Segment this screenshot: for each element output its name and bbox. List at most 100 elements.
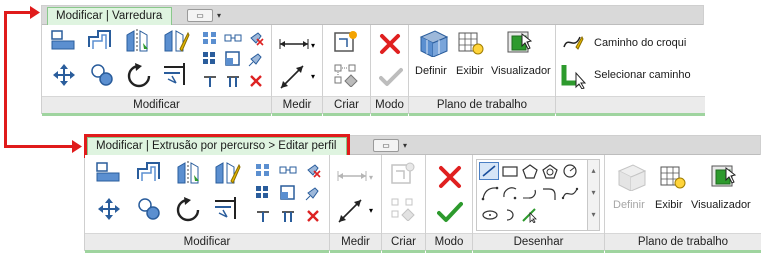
panel-work-plane-label: Plano de trabalho: [409, 96, 555, 113]
rectangle-icon[interactable]: [501, 163, 519, 179]
gallery-scroll-strip[interactable]: ▴ ▾ ▾: [588, 159, 600, 231]
panel-path: Caminho do croqui Selecionar caminho: [556, 25, 705, 116]
set-work-plane-label[interactable]: Definir: [415, 65, 447, 77]
trim-single-icon[interactable]: [255, 208, 271, 224]
tab-modify-sweep-edit-profile[interactable]: Modificar | Extrusão por percurso > Edit…: [84, 134, 350, 158]
aligned-dimension-icon[interactable]: ▾: [278, 37, 318, 51]
panel-mode-label: Modo: [426, 233, 472, 250]
panel-create-label: Criar: [323, 96, 370, 113]
svg-text:▾: ▾: [369, 206, 373, 215]
mirror-axis-icon[interactable]: [175, 161, 201, 185]
center-ends-arc-icon[interactable]: [501, 185, 519, 201]
array-icon[interactable]: [255, 185, 273, 201]
start-end-arc-icon[interactable]: [481, 185, 499, 201]
finish-mode-icon: [379, 67, 403, 87]
fillet-arc-icon[interactable]: [541, 185, 559, 201]
viewer-label[interactable]: Visualizador: [691, 199, 751, 211]
tab-modify-sweep[interactable]: Modificar | Varredura: [47, 7, 172, 25]
sketch-path-label[interactable]: Caminho do croqui: [594, 37, 686, 49]
trim-multiple-icon[interactable]: [225, 73, 241, 89]
circumscribed-polygon-icon[interactable]: [541, 163, 559, 179]
panel-accent-bar: [382, 250, 425, 253]
move-icon[interactable]: [52, 63, 76, 87]
panel-accent-bar: [426, 250, 472, 253]
align-icon[interactable]: [95, 161, 121, 183]
panel-create: Criar: [323, 25, 371, 116]
show-work-plane-label[interactable]: Exibir: [655, 199, 683, 211]
bottom-ribbon: Modificar | Extrusão por percurso > Edit…: [84, 134, 761, 253]
panel-mode: Modo: [371, 25, 409, 116]
measure-icon[interactable]: ▾: [278, 63, 318, 91]
svg-text:▾: ▾: [311, 72, 315, 81]
inscribed-polygon-icon[interactable]: [521, 163, 539, 179]
create-family-icon: [390, 161, 416, 187]
panel-create: Criar: [382, 155, 426, 253]
split-element-icon[interactable]: [255, 163, 271, 177]
top-tab-bar: Modificar | Varredura ▭ ▾: [42, 6, 703, 25]
array-icon[interactable]: [202, 51, 220, 67]
trim-extend-icon[interactable]: [162, 61, 190, 87]
align-icon[interactable]: [50, 29, 76, 51]
offset-icon[interactable]: [135, 161, 163, 183]
split-element-icon[interactable]: [202, 31, 218, 45]
panel-accent-bar: [605, 250, 761, 253]
rotate-icon[interactable]: [126, 63, 152, 89]
tangent-arc-icon[interactable]: [521, 185, 539, 201]
measure-icon[interactable]: ▾: [336, 197, 376, 225]
show-work-plane-icon[interactable]: [659, 163, 687, 191]
set-work-plane-icon[interactable]: [419, 29, 449, 57]
split-gap-icon[interactable]: [224, 31, 242, 45]
spline-icon[interactable]: [561, 185, 579, 201]
ellipse-icon[interactable]: [481, 207, 499, 223]
minimize-ribbon-button[interactable]: ▭ ▾: [373, 139, 407, 152]
partial-ellipse-icon[interactable]: [501, 207, 519, 223]
mirror-axis-icon[interactable]: [124, 29, 150, 53]
viewer-icon[interactable]: [505, 29, 533, 57]
minimize-ribbon-button[interactable]: ▭ ▾: [187, 9, 221, 22]
unpin-icon[interactable]: [248, 30, 264, 46]
copy-icon[interactable]: [90, 63, 116, 87]
circle-icon[interactable]: [561, 163, 579, 179]
scale-icon[interactable]: [280, 185, 296, 201]
trim-multiple-icon[interactable]: [280, 208, 296, 224]
rotate-icon[interactable]: [175, 197, 201, 223]
create-family-icon[interactable]: [333, 29, 359, 55]
offset-icon[interactable]: [86, 29, 114, 51]
split-gap-icon[interactable]: [279, 163, 297, 177]
finish-mode-icon[interactable]: [437, 201, 463, 223]
sketch-path-icon[interactable]: [562, 33, 584, 51]
pick-path-icon[interactable]: [560, 61, 590, 89]
cancel-mode-icon[interactable]: [438, 165, 462, 189]
trim-single-icon[interactable]: [202, 73, 218, 89]
line-icon[interactable]: [479, 162, 499, 180]
pin-icon[interactable]: [305, 185, 321, 201]
panel-measure-label: Medir: [330, 233, 381, 250]
pick-path-label[interactable]: Selecionar caminho: [594, 69, 691, 81]
show-work-plane-icon[interactable]: [457, 29, 485, 57]
bottom-tab-bar: Modificar | Extrusão por percurso > Edit…: [84, 134, 760, 158]
scale-icon[interactable]: [225, 51, 241, 67]
trim-extend-icon[interactable]: [213, 195, 241, 221]
pick-lines-icon[interactable]: [521, 207, 539, 223]
create-group-icon: [390, 197, 416, 221]
panel-accent-bar: [409, 113, 555, 116]
viewer-label[interactable]: Visualizador: [491, 65, 551, 77]
cancel-mode-icon[interactable]: [379, 33, 401, 55]
create-group-icon[interactable]: [333, 63, 359, 87]
unpin-icon[interactable]: [305, 162, 321, 178]
delete-icon[interactable]: [248, 73, 264, 89]
show-work-plane-label[interactable]: Exibir: [456, 65, 484, 77]
copy-icon[interactable]: [137, 197, 163, 221]
panel-measure: ▾ ▾ Medir: [330, 155, 382, 253]
move-icon[interactable]: [97, 197, 121, 221]
panel-accent-bar: [323, 113, 370, 116]
mirror-draw-icon[interactable]: [162, 29, 190, 53]
mirror-draw-icon[interactable]: [213, 161, 241, 185]
viewer-icon[interactable]: [709, 163, 737, 191]
arrow-head-bottom: [72, 140, 82, 153]
delete-icon[interactable]: [305, 208, 321, 224]
aligned-dimension-icon: ▾: [336, 169, 376, 183]
panel-modify-label: Modificar: [85, 233, 329, 250]
pin-icon[interactable]: [248, 51, 264, 67]
panel-modify: Modificar: [42, 25, 272, 116]
